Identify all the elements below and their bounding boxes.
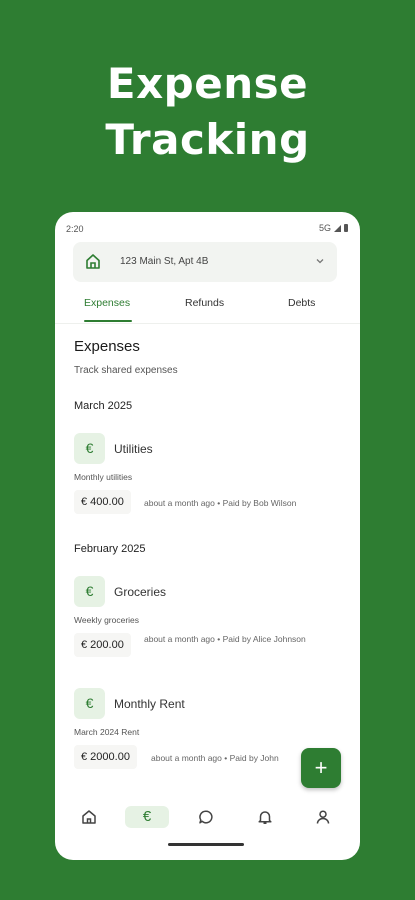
- bell-icon: [258, 811, 272, 824]
- month-header: February 2025: [74, 543, 146, 555]
- euro-icon: €: [142, 808, 152, 825]
- tab-bar: Expenses Refunds Debts: [55, 290, 360, 324]
- tab-debts[interactable]: Debts: [288, 297, 315, 309]
- plus-icon: +: [314, 755, 328, 780]
- signal-icon: [334, 224, 341, 232]
- property-selector[interactable]: 123 Main St, Apt 4B: [73, 242, 337, 282]
- page-title: Expenses: [74, 338, 140, 355]
- expense-name: Monthly Rent: [114, 697, 185, 711]
- expense-description: Monthly utilities: [74, 472, 133, 482]
- chevron-down-icon: [316, 259, 324, 264]
- euro-icon: €: [74, 576, 105, 607]
- phone-screen: 2:20 5G 123 Main St, Apt 4B Expenses Ref…: [55, 212, 360, 860]
- euro-icon: €: [74, 433, 105, 464]
- promo-line-1: Expense: [106, 59, 309, 108]
- status-bar: 2:20 5G: [55, 212, 360, 242]
- profile-icon: [316, 810, 330, 824]
- nav-notifications[interactable]: [253, 806, 277, 828]
- expense-amount: € 400.00: [74, 490, 131, 514]
- expense-amount: € 2000.00: [74, 745, 137, 769]
- active-tab-indicator: [84, 320, 132, 322]
- expense-description: March 2024 Rent: [74, 727, 140, 737]
- expense-name: Utilities: [114, 442, 153, 456]
- nav-chat[interactable]: [194, 806, 218, 828]
- nav-profile[interactable]: [311, 806, 335, 828]
- tab-refunds[interactable]: Refunds: [185, 297, 224, 309]
- month-header: March 2025: [74, 400, 133, 412]
- expense-description: Weekly groceries: [74, 615, 140, 625]
- euro-icon: €: [74, 688, 105, 719]
- promo-headline: Expense Tracking: [0, 56, 415, 168]
- network-label: 5G: [318, 223, 331, 233]
- expense-meta: about a month ago • Paid by Alice Johnso…: [144, 634, 306, 644]
- status-time: 2:20: [66, 224, 84, 234]
- tab-expenses[interactable]: Expenses: [84, 297, 130, 309]
- property-address: 123 Main St, Apt 4B: [120, 256, 209, 267]
- home-icon: [86, 254, 100, 269]
- home-icon: [82, 810, 96, 824]
- battery-icon: [344, 224, 348, 232]
- chat-icon: [199, 810, 213, 824]
- nav-home[interactable]: [77, 806, 101, 828]
- expense-name: Groceries: [114, 585, 167, 599]
- page-subtitle: Track shared expenses: [74, 365, 178, 376]
- expense-amount: € 200.00: [74, 633, 131, 657]
- bottom-nav: €: [55, 798, 360, 838]
- nav-expenses[interactable]: €: [125, 806, 169, 828]
- promo-line-2: Tracking: [105, 115, 310, 164]
- add-expense-button[interactable]: +: [301, 748, 341, 788]
- expense-meta: about a month ago • Paid by Bob Wilson: [144, 498, 297, 508]
- home-indicator: [168, 843, 244, 846]
